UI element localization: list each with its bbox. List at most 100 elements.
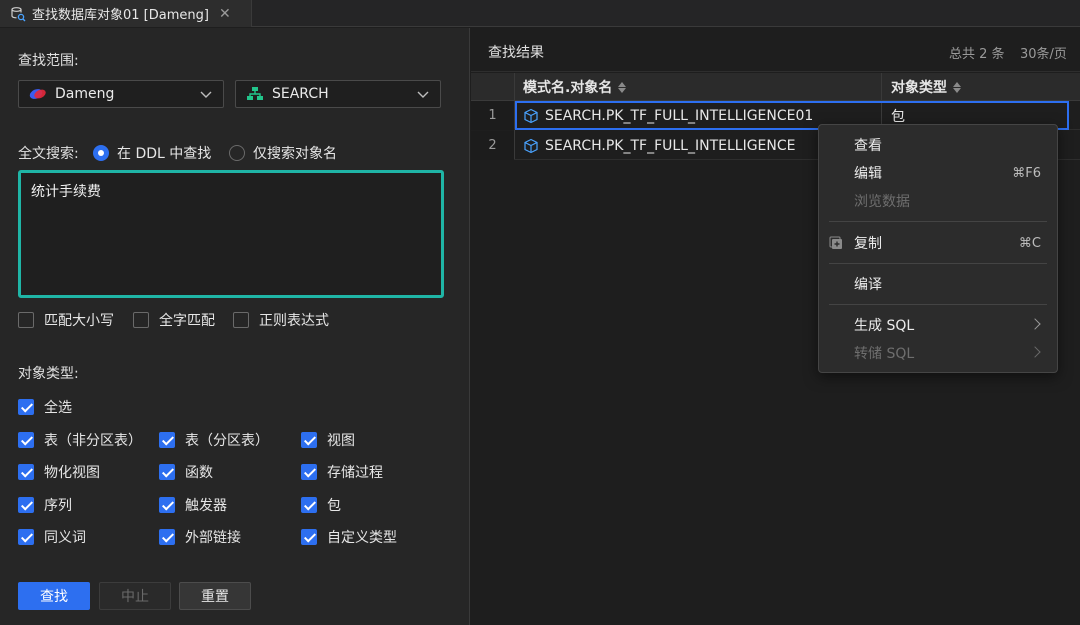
checkbox[interactable] <box>133 312 149 328</box>
checkbox-checked[interactable] <box>301 464 317 480</box>
search-textarea[interactable]: 统计手续费 <box>18 170 444 298</box>
column-header-name[interactable]: 模式名.对象名 <box>523 73 627 101</box>
sort-icon[interactable] <box>953 81 961 93</box>
option-whole-word[interactable]: 全字匹配 <box>133 310 215 330</box>
results-title: 查找结果 <box>488 45 544 61</box>
schema-select[interactable]: SEARCH <box>235 80 441 108</box>
object-type-label: 对象类型: <box>18 366 79 382</box>
radio-search-name[interactable]: 仅搜索对象名 <box>229 143 337 163</box>
type-label: 外部链接 <box>185 530 241 546</box>
checkbox-checked[interactable] <box>18 497 34 513</box>
object-name: SEARCH.PK_TF_FULL_INTELLIGENCE01 <box>545 107 814 124</box>
checkbox-checked[interactable] <box>18 432 34 448</box>
checkbox-checked[interactable] <box>159 432 175 448</box>
menu-item-edit[interactable]: 编辑 ⌘F6 <box>819 159 1057 187</box>
menu-label: 生成 SQL <box>854 318 915 334</box>
schema-value: SEARCH <box>272 86 329 102</box>
type-view[interactable]: 视图 <box>301 430 355 450</box>
type-materialized-view[interactable]: 物化视图 <box>18 462 100 482</box>
chevron-right-icon <box>1029 318 1041 330</box>
column-title: 对象类型 <box>891 80 947 96</box>
menu-item-view[interactable]: 查看 <box>819 131 1057 159</box>
checkbox[interactable] <box>18 312 34 328</box>
row-number: 1 <box>471 101 514 130</box>
type-table-partition[interactable]: 表（分区表） <box>159 430 269 450</box>
menu-separator <box>829 221 1047 222</box>
chevron-right-icon <box>1029 346 1041 358</box>
reset-button[interactable]: 重置 <box>179 582 251 610</box>
type-label: 包 <box>327 498 341 514</box>
copy-icon <box>829 236 842 249</box>
column-title: 模式名.对象名 <box>523 80 613 96</box>
checkbox-checked[interactable] <box>18 399 34 415</box>
type-package[interactable]: 包 <box>301 495 341 515</box>
chevron-down-icon <box>417 91 429 98</box>
type-label: 序列 <box>44 498 72 514</box>
select-all-checkbox[interactable]: 全选 <box>18 397 72 417</box>
type-function[interactable]: 函数 <box>159 462 213 482</box>
row-number: 2 <box>471 131 514 160</box>
menu-item-browse-data[interactable]: 浏览数据 <box>819 187 1057 215</box>
menu-item-compile[interactable]: 编译 <box>819 270 1057 298</box>
chevron-down-icon <box>200 91 212 98</box>
radio-button-selected[interactable] <box>93 145 109 161</box>
type-procedure[interactable]: 存储过程 <box>301 462 383 482</box>
menu-separator <box>829 304 1047 305</box>
object-name: SEARCH.PK_TF_FULL_INTELLIGENCE <box>545 137 796 154</box>
checkbox-checked[interactable] <box>159 497 175 513</box>
menu-label: 浏览数据 <box>854 194 910 210</box>
menu-separator <box>829 263 1047 264</box>
schema-icon <box>247 87 263 100</box>
stop-button[interactable]: 中止 <box>99 582 171 610</box>
table-header: 模式名.对象名 对象类型 <box>471 73 1080 101</box>
type-dblink[interactable]: 外部链接 <box>159 527 241 547</box>
menu-item-dump-sql[interactable]: 转储 SQL <box>819 339 1057 367</box>
results-total: 总共 2 条 <box>949 47 1005 62</box>
type-label: 同义词 <box>44 530 86 546</box>
menu-label: 编辑 <box>854 166 882 182</box>
checkbox-checked[interactable] <box>301 497 317 513</box>
type-label: 表（分区表） <box>185 433 269 449</box>
radio-name-label: 仅搜索对象名 <box>253 146 337 162</box>
type-label: 表（非分区表） <box>44 433 142 449</box>
checkbox-checked[interactable] <box>301 529 317 545</box>
type-custom-type[interactable]: 自定义类型 <box>301 527 397 547</box>
datasource-value: Dameng <box>55 86 115 102</box>
object-name-cell[interactable]: SEARCH.PK_TF_FULL_INTELLIGENCE01 <box>515 101 813 130</box>
shortcut-label: ⌘F6 <box>1012 165 1041 181</box>
dameng-logo-icon <box>29 89 46 99</box>
column-header-type[interactable]: 对象类型 <box>891 73 961 101</box>
checkbox[interactable] <box>233 312 249 328</box>
radio-ddl-label: 在 DDL 中查找 <box>117 146 212 162</box>
tab-bar: 查找数据库对象01 [Dameng] ✕ <box>0 0 1080 27</box>
search-options-panel: 查找范围: Dameng SEARCH 全文搜索: 在 DDL 中查找 仅搜索对… <box>0 28 470 625</box>
close-icon[interactable]: ✕ <box>219 6 231 22</box>
checkbox-checked[interactable] <box>159 464 175 480</box>
menu-item-copy[interactable]: 复制 ⌘C <box>819 229 1057 257</box>
checkbox-checked[interactable] <box>159 529 175 545</box>
radio-button[interactable] <box>229 145 245 161</box>
checkbox-checked[interactable] <box>18 529 34 545</box>
type-label: 存储过程 <box>327 465 383 481</box>
type-synonym[interactable]: 同义词 <box>18 527 86 547</box>
menu-label: 转储 SQL <box>854 346 915 362</box>
checkbox-checked[interactable] <box>301 432 317 448</box>
object-name-cell[interactable]: SEARCH.PK_TF_FULL_INTELLIGENCE <box>515 131 796 160</box>
package-icon <box>524 108 538 123</box>
menu-item-generate-sql[interactable]: 生成 SQL <box>819 311 1057 339</box>
find-button[interactable]: 查找 <box>18 582 90 610</box>
type-table-nonpartition[interactable]: 表（非分区表） <box>18 430 142 450</box>
radio-search-ddl[interactable]: 在 DDL 中查找 <box>93 143 211 163</box>
type-trigger[interactable]: 触发器 <box>159 495 227 515</box>
datasource-select[interactable]: Dameng <box>18 80 224 108</box>
checkbox-checked[interactable] <box>18 464 34 480</box>
shortcut-label: ⌘C <box>1018 235 1041 251</box>
option-regex[interactable]: 正则表达式 <box>233 310 329 330</box>
type-label: 触发器 <box>185 498 227 514</box>
option-match-case[interactable]: 匹配大小写 <box>18 310 114 330</box>
db-search-icon <box>11 6 26 21</box>
tab-search-objects[interactable]: 查找数据库对象01 [Dameng] ✕ <box>0 0 252 27</box>
page-size-select[interactable]: 30条/页 <box>1020 43 1067 62</box>
sort-icon[interactable] <box>618 81 627 93</box>
type-sequence[interactable]: 序列 <box>18 495 72 515</box>
